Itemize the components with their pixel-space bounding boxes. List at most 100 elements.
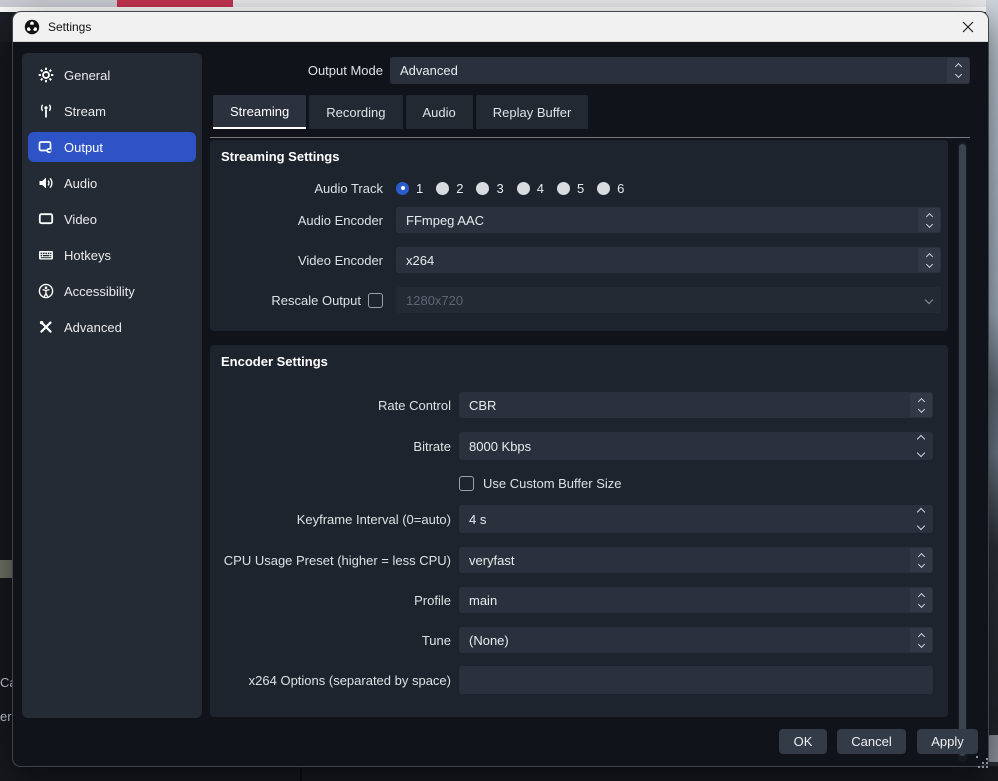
tune-row: Tune (None) [210,627,948,653]
audio-track-radio-3[interactable] [476,182,489,195]
sidebar-item-label: Advanced [64,320,122,335]
rescale-output-checkbox[interactable] [368,293,383,308]
x264-options-row: x264 Options (separated by space) [210,666,948,694]
ok-button[interactable]: OK [779,729,827,754]
audio-encoder-row: Audio Encoder FFmpeg AAC [210,207,948,233]
tab-recording[interactable]: Recording [309,95,402,129]
desktop-background-strip [0,0,117,7]
custom-buffer-checkbox[interactable] [459,476,474,491]
background-photo-fragment [0,560,13,578]
keyframe-interval-spinbox[interactable]: 4 s [459,505,933,533]
output-tabs: Streaming Recording Audio Replay Buffer [213,95,588,129]
spinbox-arrows[interactable] [918,432,924,460]
combo-spinner[interactable] [918,208,940,232]
scrollbar-thumb[interactable] [959,144,966,756]
background-divider [300,767,302,781]
combo-spinner[interactable] [910,628,932,652]
window-title: Settings [48,20,91,34]
output-mode-select[interactable]: Advanced [390,57,970,84]
streaming-settings-group: Streaming Settings Audio Track 1 2 3 4 5… [210,140,948,331]
output-mode-row: Output Mode Advanced [13,57,970,84]
sidebar-item-stream[interactable]: Stream [28,96,196,126]
sidebar-item-label: Audio [64,176,97,191]
sidebar-item-label: Stream [64,104,106,119]
rate-control-select[interactable]: CBR [459,392,933,418]
monitor-icon [38,211,54,227]
combo-spinner[interactable] [918,248,940,272]
close-icon[interactable] [958,17,978,37]
background-text-fragment: Ca [0,675,13,690]
combo-spinner[interactable] [910,393,932,417]
apply-button[interactable]: Apply [917,729,978,754]
audio-track-radio-5[interactable] [557,182,570,195]
sidebar-item-label: Video [64,212,97,227]
chevron-down-icon [926,287,932,313]
profile-label: Profile [414,593,451,608]
custom-buffer-row: Use Custom Buffer Size [210,475,948,491]
bitrate-spinbox[interactable]: 8000 Kbps [459,432,933,460]
tab-audio[interactable]: Audio [406,95,473,129]
desktop-background-bottom [0,766,998,781]
sidebar-item-accessibility[interactable]: Accessibility [28,276,196,306]
group-title: Encoder Settings [221,354,328,369]
resize-grip[interactable] [976,756,990,770]
audio-track-row: Audio Track 1 2 3 4 5 6 [210,180,948,196]
sidebar-item-label: Output [64,140,103,155]
combo-spinner[interactable] [947,58,969,83]
broadcast-icon [38,103,54,119]
sidebar-item-advanced[interactable]: Advanced [28,312,196,342]
tab-streaming[interactable]: Streaming [213,95,306,129]
x264-options-input[interactable] [459,666,933,694]
cancel-button[interactable]: Cancel [837,729,906,754]
audio-track-radio-6[interactable] [597,182,610,195]
settings-window: Settings General Stream Output [13,12,988,766]
tune-label: Tune [422,633,451,648]
audio-track-radio-1[interactable] [396,182,409,195]
cpu-preset-label: CPU Usage Preset (higher = less CPU) [224,553,451,568]
spinbox-arrows[interactable] [918,505,924,533]
audio-encoder-select[interactable]: FFmpeg AAC [396,207,941,233]
tab-replay-buffer[interactable]: Replay Buffer [476,95,589,129]
x264-options-label: x264 Options (separated by space) [249,673,451,688]
audio-track-options: 1 2 3 4 5 6 [396,181,941,196]
rate-control-row: Rate Control CBR [210,392,948,418]
sidebar-item-label: Accessibility [64,284,135,299]
rate-control-label: Rate Control [378,398,451,413]
desktop-background-strip [233,0,998,7]
background-red-bar [117,0,233,7]
video-encoder-select[interactable]: x264 [396,247,941,273]
output-mode-value: Advanced [400,63,458,78]
bitrate-row: Bitrate 8000 Kbps [210,432,948,460]
accessibility-icon [38,283,54,299]
encoder-settings-group: Encoder Settings Rate Control CBR Bitrat… [210,345,948,717]
cpu-preset-select[interactable]: veryfast [459,547,933,573]
bitrate-label: Bitrate [413,439,451,454]
tune-select[interactable]: (None) [459,627,933,653]
rescale-output-label: Rescale Output [271,293,361,308]
title-bar: Settings [13,12,988,42]
combo-spinner[interactable] [910,548,932,572]
audio-encoder-label: Audio Encoder [298,213,383,228]
audio-track-radio-4[interactable] [517,182,530,195]
vertical-scrollbar[interactable] [958,142,967,762]
tools-icon [38,319,54,335]
background-text-fragment: er [0,709,12,724]
custom-buffer-label: Use Custom Buffer Size [483,476,621,491]
tab-pane-divider [210,137,970,138]
rescale-resolution-select: 1280x720 [396,287,941,313]
obs-logo-icon [23,18,40,35]
keyframe-interval-row: Keyframe Interval (0=auto) 4 s [210,505,948,533]
sidebar-item-hotkeys[interactable]: Hotkeys [28,240,196,270]
audio-track-radio-2[interactable] [436,182,449,195]
output-mode-label: Output Mode [13,63,383,78]
sidebar-item-video[interactable]: Video [28,204,196,234]
sidebar-item-output[interactable]: Output [28,132,196,162]
video-encoder-label: Video Encoder [298,253,383,268]
sidebar-item-audio[interactable]: Audio [28,168,196,198]
cpu-preset-row: CPU Usage Preset (higher = less CPU) ver… [210,547,948,573]
keyframe-interval-label: Keyframe Interval (0=auto) [297,512,451,527]
profile-select[interactable]: main [459,587,933,613]
combo-spinner[interactable] [910,588,932,612]
sidebar-item-label: Hotkeys [64,248,111,263]
group-title: Streaming Settings [221,149,339,164]
